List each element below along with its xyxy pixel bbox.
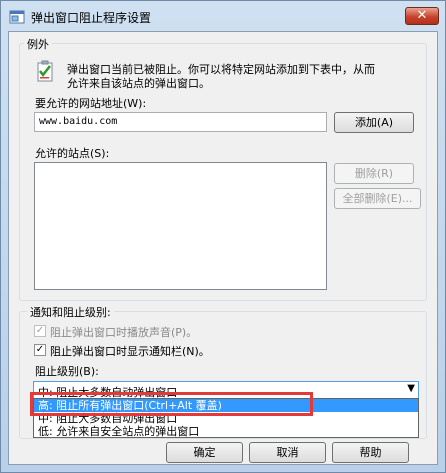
checklist-icon [37, 60, 53, 82]
window-title: 弹出窗口阻止程序设置 [31, 11, 152, 25]
block-level-label: 阻止级别(B): [35, 365, 99, 378]
exceptions-legend: 例外 [24, 36, 52, 52]
sound-checkbox-label: 阻止弹出窗口时播放声音(P)。 [50, 326, 198, 339]
address-input[interactable]: www.baidu.com [34, 112, 327, 132]
notification-bar-checkbox[interactable]: ✓ [34, 344, 46, 356]
highlight-annotation-box [30, 392, 313, 416]
dialog-body: 例外 弹出窗口当前已被阻止。你可以将特定网站添加到下表中，从而 允许来自该站点的… [8, 31, 438, 465]
notification-bar-checkbox-label: 阻止弹出窗口时显示通知栏(N)。 [50, 345, 210, 358]
allowed-sites-label: 允许的站点(S): [35, 147, 110, 160]
chevron-down-icon: ▼ [407, 383, 415, 394]
address-label: 要允许的网站地址(W): [35, 97, 147, 110]
remove-all-button[interactable]: 全部删除(E)... [334, 188, 421, 209]
help-button[interactable]: 帮助 [332, 442, 409, 463]
remove-button[interactable]: 删除(R) [334, 163, 414, 184]
allowed-sites-list[interactable] [34, 162, 327, 290]
block-level-option-low[interactable]: 低: 允许来自安全站点的弹出窗口 [34, 425, 418, 438]
cancel-button[interactable]: 取消 [249, 442, 326, 463]
ok-button[interactable]: 确定 [166, 442, 243, 463]
title-bar[interactable]: 弹出窗口阻止程序设置 ✕ [1, 1, 445, 31]
add-button[interactable]: 添加(A) [334, 112, 414, 133]
close-button[interactable]: ✕ [405, 7, 439, 25]
notifications-legend: 通知和阻止级别: [27, 304, 114, 320]
sound-checkbox[interactable]: ✓ [34, 325, 46, 337]
popup-blocker-icon [9, 10, 25, 24]
popup-blocker-settings-window: 弹出窗口阻止程序设置 ✕ 例外 弹出窗口当前已被阻止。你可以将特定网站添加到下表… [0, 0, 446, 473]
exceptions-description-line2: 允许来自该站点的弹出窗口。 [67, 77, 210, 90]
